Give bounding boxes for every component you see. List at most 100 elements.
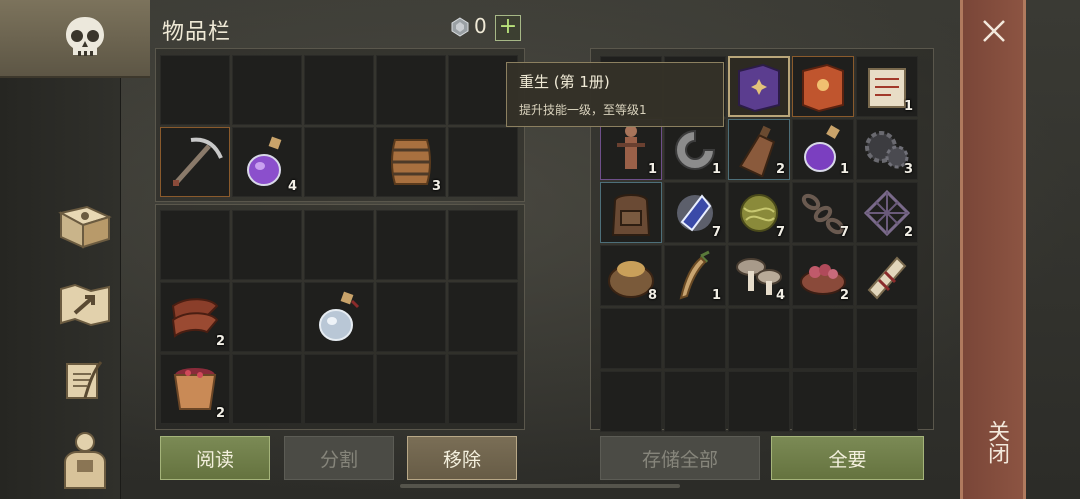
inventory-slot[interactable] [232, 354, 302, 424]
remove-button[interactable]: 移除 [407, 436, 517, 480]
item-count: 7 [839, 225, 849, 240]
inventory-slot-pickaxe[interactable] [160, 127, 230, 197]
tooltip-title: 重生 (第 1册) [519, 73, 610, 91]
bottom-scrollbar[interactable] [400, 484, 680, 488]
item-count: 1 [711, 162, 721, 177]
item-count: 2 [215, 406, 225, 421]
inventory-bottom-grid: 2 2 [160, 210, 518, 424]
inventory-slot[interactable] [232, 282, 302, 352]
storage-slot-berries-bowl[interactable]: 2 [792, 245, 854, 306]
storage-slot[interactable] [728, 371, 790, 432]
item-count: 2 [903, 225, 913, 240]
wrapped-bundle-icon [867, 256, 907, 299]
storage-slot[interactable] [664, 308, 726, 369]
inventory-slot[interactable] [232, 55, 302, 125]
item-count: 4 [775, 288, 785, 303]
inventory-slot-berry-bucket[interactable]: 2 [160, 354, 230, 424]
item-count: 2 [775, 162, 785, 177]
item-count: 7 [775, 225, 785, 240]
quests-button[interactable] [56, 356, 114, 410]
inventory-slot[interactable] [448, 354, 518, 424]
crafting-book-button[interactable] [56, 200, 114, 254]
item-count: 4 [287, 179, 297, 194]
inventory-slot[interactable] [232, 210, 302, 280]
item-count: 1 [903, 99, 913, 114]
inventory-slot[interactable] [304, 210, 374, 280]
inventory-slot[interactable] [304, 127, 374, 197]
inventory-slot-meat[interactable]: 2 [160, 282, 230, 352]
berry-bucket-icon [173, 368, 217, 410]
item-count: 1 [711, 288, 721, 303]
storage-slot[interactable] [600, 371, 662, 432]
add-gems-button[interactable]: + [495, 15, 521, 41]
inventory-slot[interactable] [376, 210, 446, 280]
character-button[interactable] [56, 428, 114, 492]
tooltip-description: 提升技能一级，至等级1 [519, 103, 647, 117]
item-count: 1 [839, 162, 849, 177]
inventory-slot[interactable] [376, 354, 446, 424]
inventory-slot[interactable] [160, 55, 230, 125]
storage-slot[interactable] [856, 308, 918, 369]
backpack-icon [611, 193, 651, 236]
storage-slot-backpack[interactable] [600, 182, 662, 243]
inventory-slot[interactable] [448, 282, 518, 352]
pickaxe-icon [173, 137, 223, 186]
inventory-top-grid: 4 3 [160, 55, 518, 197]
gem-icon [451, 17, 469, 37]
storage-slot-mushrooms[interactable]: 4 [728, 245, 790, 306]
storage-slot-crystal[interactable]: 7 [664, 182, 726, 243]
inventory-slot[interactable] [160, 210, 230, 280]
character-icon [64, 432, 106, 489]
gem-count: 0 [474, 14, 487, 38]
storage-slot[interactable] [728, 308, 790, 369]
inventory-slot[interactable] [304, 354, 374, 424]
close-icon[interactable] [981, 18, 1007, 44]
item-count: 2 [839, 288, 849, 303]
water-flask-icon [319, 291, 360, 341]
inventory-slot-water-flask[interactable] [304, 282, 374, 352]
storage-slot-root[interactable]: 1 [664, 245, 726, 306]
storage-slot-rebirth-book[interactable] [728, 56, 790, 117]
inventory-slot[interactable] [304, 55, 374, 125]
purple-potion-icon [247, 136, 282, 186]
skull-icon [66, 17, 104, 56]
close-label[interactable]: 关闭 [978, 420, 1012, 464]
storage-slot-metal-part[interactable]: 1 [664, 119, 726, 180]
storage-slot-net[interactable]: 2 [856, 182, 918, 243]
storage-slot[interactable] [856, 371, 918, 432]
inventory-slot[interactable] [376, 55, 446, 125]
item-tooltip: 重生 (第 1册) 提升技能一级，至等级1 [506, 62, 724, 127]
read-button[interactable]: 阅读 [160, 436, 270, 480]
rail-top-tab[interactable] [0, 0, 150, 78]
item-count: 2 [215, 334, 225, 349]
storage-slot[interactable] [792, 308, 854, 369]
item-count: 7 [711, 225, 721, 240]
storage-slot[interactable] [664, 371, 726, 432]
purple-book-icon [738, 63, 780, 112]
split-button[interactable]: 分割 [284, 436, 394, 480]
inventory-slot[interactable] [376, 282, 446, 352]
storage-slot-fiber-ball[interactable]: 7 [728, 182, 790, 243]
inventory-slot-barrel[interactable]: 3 [376, 127, 446, 197]
storage-slot-sun-book[interactable] [792, 56, 854, 117]
totem-icon [617, 124, 645, 169]
barrel-icon [391, 139, 431, 185]
raw-meat-icon [171, 298, 219, 338]
storage-slot[interactable] [792, 371, 854, 432]
storage-slot-scroll[interactable]: 1 [856, 56, 918, 117]
inventory-slot[interactable] [448, 127, 518, 197]
storage-slot-totem[interactable]: 1 [600, 119, 662, 180]
storage-slot-bundle[interactable] [856, 245, 918, 306]
inventory-slot[interactable] [448, 210, 518, 280]
storage-slot-grain-sack[interactable]: 8 [600, 245, 662, 306]
storage-slot-purple-potion[interactable]: 1 [792, 119, 854, 180]
item-count: 1 [647, 162, 657, 177]
inventory-slot-potion[interactable]: 4 [232, 127, 302, 197]
storage-slot-bottle[interactable]: 2 [728, 119, 790, 180]
store-all-button[interactable]: 存储全部 [600, 436, 760, 480]
map-button[interactable] [56, 278, 114, 332]
storage-slot[interactable] [600, 308, 662, 369]
storage-slot-gears[interactable]: 3 [856, 119, 918, 180]
storage-slot-chain[interactable]: 7 [792, 182, 854, 243]
take-all-button[interactable]: 全要 [771, 436, 924, 480]
